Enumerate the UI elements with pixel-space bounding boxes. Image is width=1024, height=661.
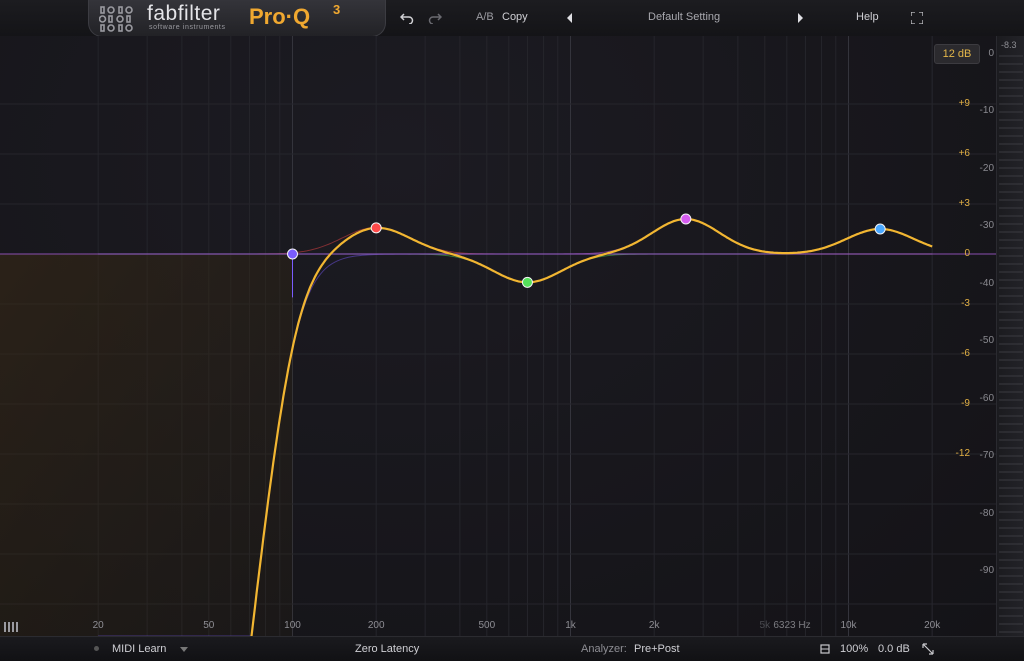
frequency-scale-label: 100 [284,620,301,631]
gain-scale-label: -3 [961,298,970,309]
frequency-scale-label: 10k [840,620,857,631]
analyzer-label: Analyzer: [581,643,627,655]
product-version: 3 [333,2,341,17]
eq-band-node[interactable] [521,276,533,288]
output-gain-value[interactable]: 0.0 dB [878,643,910,655]
analyzer-scale-label: -20 [979,162,994,174]
analyzer-scale-label: -30 [979,220,994,231]
preset-name[interactable]: Default Setting [648,11,720,23]
analyzer-scale-label: -60 [979,392,994,404]
brand-name: fabfilter [147,2,221,25]
piano-icon[interactable] [4,622,18,632]
analyzer-scale-label: -50 [979,335,994,346]
frequency-scale-label: 5k [759,620,771,631]
analyzer-scale-label: -70 [979,450,994,461]
analyzer-mode-button[interactable]: Pre+Post [634,643,680,655]
help-button[interactable]: Help [856,11,879,23]
copy-button[interactable]: Copy [502,11,528,23]
midi-dropdown-icon[interactable] [180,647,188,653]
frequency-scale-label: 200 [367,620,385,631]
analyzer-scale-label: 0 [988,48,994,59]
gain-scale-label: 0 [964,248,970,259]
channel-mode-icon[interactable] [820,644,830,654]
frequency-scale-label: 1k [565,620,576,631]
brand-subtitle: software instruments [149,24,226,31]
analyzer-scale-label: -90 [979,565,994,576]
eq-band-node[interactable] [287,248,298,260]
zoom-level[interactable]: 100% [840,643,868,655]
analyzer-scale-label: -40 [979,277,994,289]
band-curve [98,226,933,255]
low-cut-shading [0,254,293,636]
gain-scale-label: +3 [958,198,970,209]
frequency-scale-label: 50 [203,620,215,631]
product-name: Pro·Q [249,4,311,29]
latency-mode-button[interactable]: Zero Latency [355,643,419,655]
preset-prev-icon[interactable] [566,13,574,23]
gain-scale-label: +9 [958,98,970,109]
midi-led-icon [94,646,99,651]
preset-next-icon[interactable] [796,13,804,23]
frequency-scale-label: 20k [924,620,941,631]
band-curve [98,218,933,255]
top-toolbar: fabfilter software instruments Pro·Q 3 A… [0,0,1024,37]
undo-icon[interactable] [400,12,414,24]
eq-band-node[interactable] [370,222,382,234]
gain-scale-label: +6 [958,148,970,159]
eq-display[interactable]: 12 dB +9 +6 +3 0 -3 -6 -9 -12 0 -10 -20 -30 -40 -50-… [0,36,996,636]
gain-scale-label: -9 [961,398,970,409]
meter-ticks [999,55,1023,633]
gain-scale-label: -6 [961,348,970,359]
fabfilter-logo-icon [99,6,133,32]
hover-frequency-readout: 6323 Hz [773,620,811,631]
ab-button[interactable]: A/B [476,11,494,23]
band-curve [98,228,933,255]
logo-plate: fabfilter software instruments Pro·Q 3 [88,0,386,37]
output-level-meter: -8.3 [996,36,1024,636]
band-nodes[interactable] [287,213,886,298]
midi-learn-button[interactable]: MIDI Learn [112,643,166,655]
eq-band-node[interactable] [874,223,886,235]
eq-band-node[interactable] [680,213,692,225]
bottom-toolbar: MIDI Learn Zero Latency Analyzer: Pre+Po… [0,636,1024,661]
eq-graph[interactable] [0,36,996,636]
resize-icon[interactable] [922,643,934,655]
frequency-scale-label: 500 [478,620,496,631]
analyzer-scale-label: -10 [979,105,994,116]
frequency-scale-label: 20 [92,620,104,631]
fullscreen-icon[interactable] [911,12,923,24]
frequency-scale-label: 2k [648,620,660,631]
analyzer-scale-label: -80 [979,507,994,519]
redo-icon[interactable] [428,12,442,24]
gain-scale-label: -12 [955,448,970,459]
